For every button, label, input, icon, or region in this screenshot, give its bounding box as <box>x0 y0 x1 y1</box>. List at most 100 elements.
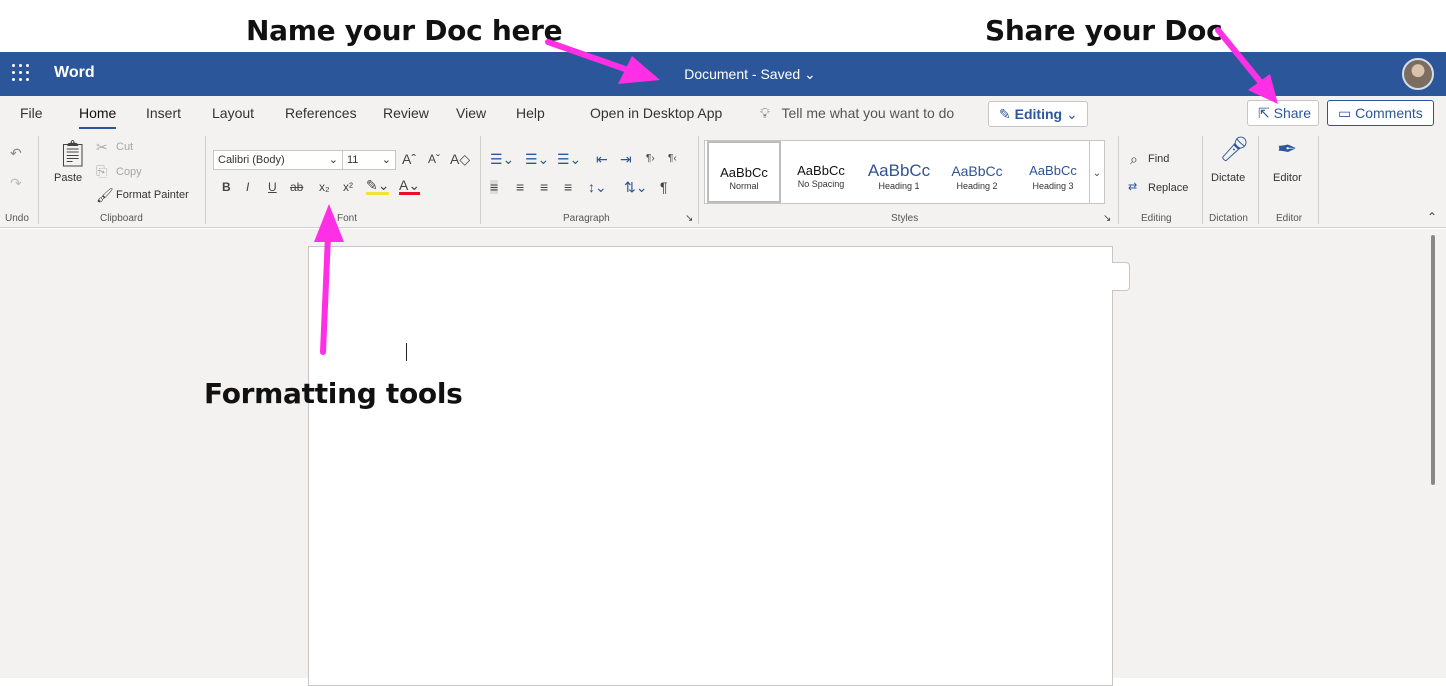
paragraph-dialog-launcher-icon[interactable]: ↘ <box>685 212 693 226</box>
subscript-icon[interactable]: x₂ <box>319 180 330 194</box>
format-painter-button[interactable]: Format Painter <box>116 189 189 201</box>
align-right-icon[interactable]: ≡ <box>540 180 548 194</box>
align-left-icon[interactable]: ≡ <box>490 180 499 194</box>
ltr-icon[interactable]: ¶› <box>646 152 655 166</box>
style-heading-2[interactable]: AaBbCc Heading 2 <box>939 141 1015 203</box>
tab-home[interactable]: Home <box>79 105 117 129</box>
font-size-dropdown[interactable]: 11 ⌄ <box>342 150 396 170</box>
clear-formatting-icon[interactable]: A◇ <box>450 152 470 166</box>
style-name: Heading 2 <box>956 181 998 191</box>
style-normal[interactable]: AaBbCc Normal <box>707 141 781 203</box>
comments-button[interactable]: ▭ Comments <box>1327 100 1434 126</box>
user-avatar[interactable] <box>1402 58 1434 90</box>
multilevel-list-icon[interactable]: ☰⌄ <box>557 152 581 166</box>
tab-view[interactable]: View <box>456 105 486 121</box>
tab-references[interactable]: References <box>285 105 357 121</box>
find-button[interactable]: Find <box>1148 153 1169 165</box>
annotation-name-doc: Name your Doc here <box>246 14 563 47</box>
numbering-icon[interactable]: ☰⌄ <box>525 152 549 166</box>
text-cursor <box>406 343 407 361</box>
justify-icon[interactable]: ≡ <box>564 180 572 194</box>
grow-font-icon[interactable]: Aˆ <box>402 152 416 166</box>
annotation-formatting: Formatting tools <box>204 377 463 410</box>
style-no-spacing[interactable]: AaBbCc No Spacing <box>783 141 859 203</box>
paragraph-group-label: Paragraph <box>563 213 610 224</box>
tab-file[interactable]: File <box>20 105 43 121</box>
editing-mode-dropdown[interactable]: ✎ Editing ⌄ <box>988 101 1088 127</box>
paste-icon[interactable]: 📋︎ <box>56 140 89 166</box>
cut-button[interactable]: Cut <box>116 141 133 153</box>
tab-insert[interactable]: Insert <box>146 105 181 121</box>
style-sample: AaBbCc <box>1029 163 1077 178</box>
cut-icon: ✂ <box>96 139 108 155</box>
editor-button[interactable]: Editor <box>1273 172 1302 184</box>
document-title[interactable]: Document - Saved ⌄ <box>0 66 1446 83</box>
clipboard-group-label: Clipboard <box>100 213 143 224</box>
ribbon: ↶ ↷ Undo 📋︎ Paste ✂ Cut ⎘ Copy 🖌︎ Format… <box>0 132 1446 228</box>
replace-icon: ⇄ <box>1128 181 1138 193</box>
line-spacing-icon[interactable]: ↕⌄ <box>588 180 607 194</box>
share-icon: ⇱ <box>1258 105 1270 121</box>
shrink-font-icon[interactable]: Aˇ <box>428 152 440 166</box>
style-heading-1[interactable]: AaBbCc Heading 1 <box>859 141 939 203</box>
editing-mode-label: Editing <box>1014 106 1063 122</box>
styles-group-label: Styles <box>891 213 919 224</box>
comment-icon: ▭ <box>1338 105 1352 121</box>
redo-icon[interactable]: ↷ <box>10 176 22 190</box>
strikethrough-icon[interactable]: ab <box>290 180 303 194</box>
style-sample: AaBbCc <box>951 163 1003 179</box>
vertical-scrollbar[interactable] <box>1431 235 1435 485</box>
undo-group-label: Undo <box>5 213 29 224</box>
document-canvas <box>0 229 1446 686</box>
show-marks-icon[interactable]: ¶ <box>660 180 668 194</box>
font-name-dropdown[interactable]: Calibri (Body) ⌄ <box>213 150 343 170</box>
page-side-tab[interactable] <box>1112 262 1130 291</box>
style-name: Normal <box>729 181 759 191</box>
font-group-label: Font <box>337 213 358 224</box>
collapse-ribbon-icon[interactable]: ⌃ <box>1427 210 1437 224</box>
font-color-icon[interactable]: A⌄ <box>399 178 421 195</box>
ribbon-tabs: File Home Insert Layout References Revie… <box>0 96 1446 132</box>
tab-help[interactable]: Help <box>516 105 545 121</box>
app-header: Word Document - Saved ⌄ <box>0 52 1446 96</box>
copy-button[interactable]: Copy <box>116 166 142 178</box>
chevron-down-icon: ⌄ <box>381 154 391 166</box>
font-name-value: Calibri (Body) <box>218 154 285 166</box>
align-center-icon[interactable]: ≡ <box>516 180 524 194</box>
decrease-indent-icon[interactable]: ⇤ <box>596 152 608 166</box>
replace-button[interactable]: Replace <box>1148 182 1188 194</box>
style-name: Heading 1 <box>878 181 920 191</box>
increase-indent-icon[interactable]: ⇥ <box>620 152 632 166</box>
highlight-icon[interactable]: ✎⌄ <box>366 178 390 195</box>
italic-icon[interactable]: I <box>246 180 249 194</box>
undo-icon[interactable]: ↶ <box>10 146 22 160</box>
share-button[interactable]: ⇱ Share <box>1247 100 1319 126</box>
tell-me-text: Tell me what you want to do <box>781 105 955 121</box>
paste-button[interactable]: Paste <box>54 172 82 184</box>
superscript-icon[interactable]: x² <box>343 180 353 194</box>
styles-gallery: AaBbCc Normal AaBbCc No Spacing AaBbCc H… <box>704 140 1104 204</box>
pencil-icon: ✎ <box>999 106 1011 122</box>
underline-icon[interactable]: U <box>268 180 277 194</box>
font-size-value: 11 <box>347 154 359 166</box>
open-in-desktop-app-button[interactable]: Open in Desktop App <box>590 105 722 121</box>
dictate-button[interactable]: Dictate <box>1211 172 1245 184</box>
paragraph-spacing-icon[interactable]: ⇅⌄ <box>624 180 647 194</box>
style-heading-3[interactable]: AaBbCc Heading 3 <box>1015 141 1091 203</box>
editing-group-label: Editing <box>1141 213 1172 224</box>
tell-me-search[interactable]: 💡︎ Tell me what you want to do <box>760 105 954 122</box>
styles-expand-icon[interactable]: ⌄ <box>1089 140 1105 204</box>
styles-dialog-launcher-icon[interactable]: ↘ <box>1103 212 1111 226</box>
tab-review[interactable]: Review <box>383 105 429 121</box>
rtl-icon[interactable]: ¶‹ <box>668 152 677 166</box>
document-page[interactable] <box>308 246 1113 686</box>
tab-layout[interactable]: Layout <box>212 105 254 121</box>
style-sample: AaBbCc <box>720 165 768 180</box>
bold-icon[interactable]: B <box>222 180 231 194</box>
bullets-icon[interactable]: ☰⌄ <box>490 152 514 166</box>
format-painter-icon: 🖌︎ <box>96 187 114 203</box>
dictation-group-label: Dictation <box>1209 213 1248 224</box>
style-sample: AaBbCc <box>867 161 931 180</box>
comments-label: Comments <box>1355 105 1423 121</box>
copy-icon: ⎘ <box>96 163 108 179</box>
